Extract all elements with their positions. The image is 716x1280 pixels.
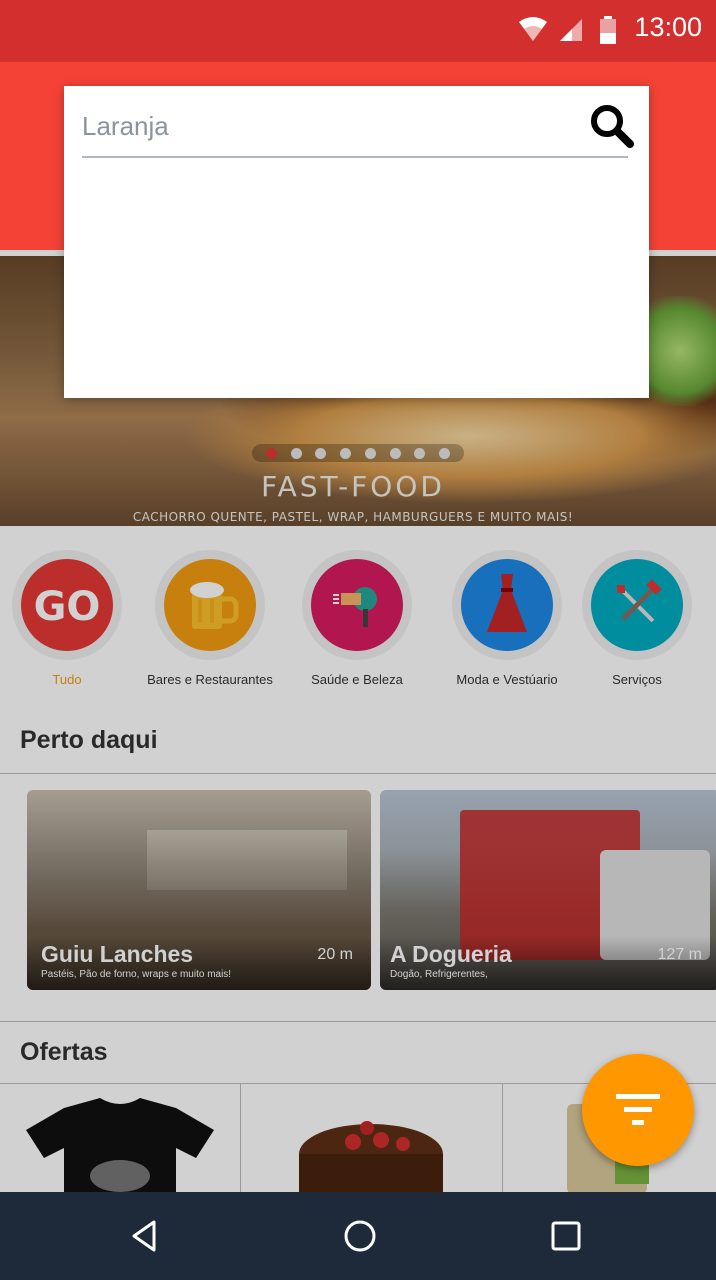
back-button[interactable] bbox=[118, 1210, 170, 1262]
home-button[interactable] bbox=[334, 1210, 386, 1262]
back-icon bbox=[132, 1220, 156, 1252]
recents-icon bbox=[551, 1221, 581, 1251]
search-dialog bbox=[64, 86, 649, 398]
wifi-icon bbox=[519, 17, 547, 41]
recents-button[interactable] bbox=[540, 1210, 592, 1262]
home-icon bbox=[344, 1220, 376, 1252]
search-button[interactable] bbox=[588, 102, 636, 150]
clock: 13:00 bbox=[634, 12, 702, 42]
filter-icon bbox=[616, 1094, 660, 1125]
filter-fab[interactable] bbox=[582, 1054, 694, 1166]
battery-icon bbox=[600, 16, 616, 44]
search-input[interactable] bbox=[82, 108, 622, 144]
search-icon bbox=[591, 105, 634, 148]
search-underline bbox=[82, 156, 628, 158]
signal-icon bbox=[560, 19, 582, 41]
status-bar: 13:00 bbox=[0, 0, 716, 62]
system-nav-bar bbox=[0, 1192, 716, 1280]
